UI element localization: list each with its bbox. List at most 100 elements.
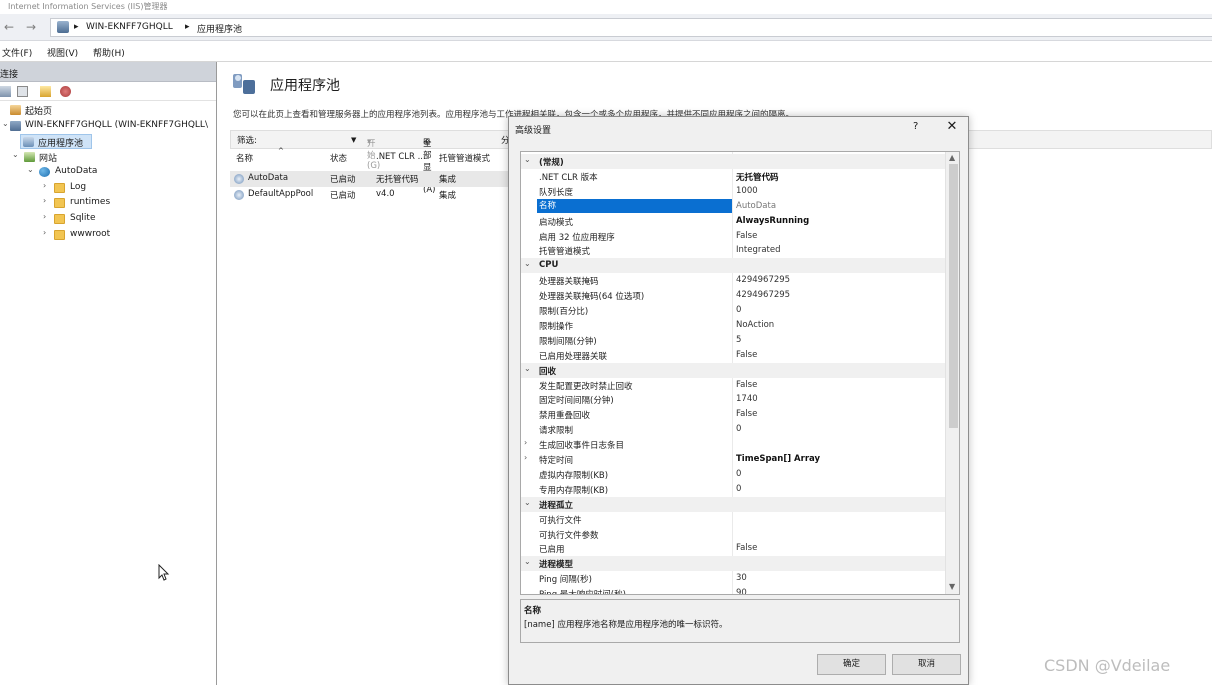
property-value[interactable]: False — [736, 380, 757, 390]
scroll-thumb[interactable] — [949, 164, 958, 428]
property-value[interactable]: Integrated — [736, 245, 781, 255]
window-title-bar: Internet Information Services (IIS)管理器 — [0, 0, 1212, 14]
forward-icon[interactable]: → — [24, 20, 38, 34]
expanded-chevron-icon[interactable]: ⌄ — [27, 165, 34, 174]
table-row[interactable]: DefaultAppPool 已启动 v4.0 集成 — [230, 187, 520, 203]
collapsed-chevron-icon[interactable]: › — [43, 196, 46, 205]
collapse-chevron-icon[interactable]: ⌄ — [524, 259, 531, 268]
property-row[interactable]: 限制操作 NoAction — [521, 318, 945, 333]
property-row[interactable]: 启动模式 AlwaysRunning — [521, 214, 945, 229]
menu-file[interactable]: 文件(F) — [2, 46, 32, 59]
property-value[interactable]: 4294967295 — [736, 290, 790, 300]
property-value[interactable]: 30 — [736, 573, 747, 583]
property-value[interactable]: False — [736, 231, 757, 241]
property-value[interactable]: False — [736, 543, 757, 553]
property-row[interactable]: 请求限制 0 — [521, 422, 945, 437]
property-row[interactable]: Ping 最大响应时间(秒) 90 — [521, 586, 945, 594]
property-row[interactable]: 限制间隔(分钟) 5 — [521, 333, 945, 348]
property-value[interactable]: 0 — [736, 424, 741, 434]
property-row[interactable]: 专用内存限制(KB) 0 — [521, 482, 945, 497]
property-value[interactable]: 0 — [736, 484, 741, 494]
property-value[interactable]: NoAction — [736, 320, 774, 330]
connect-icon[interactable] — [0, 86, 11, 97]
property-row[interactable]: .NET CLR 版本 无托管代码 — [521, 169, 945, 184]
property-category[interactable]: ⌄ 回收 — [521, 362, 945, 378]
property-row[interactable]: 处理器关联掩码(64 位选项) 4294967295 — [521, 288, 945, 303]
column-header-clr[interactable]: .NET CLR ... — [376, 152, 426, 162]
property-value[interactable]: 0 — [736, 469, 741, 479]
close-icon[interactable]: ✕ — [945, 119, 959, 134]
collapse-chevron-icon[interactable]: ⌄ — [524, 155, 531, 164]
property-value[interactable]: 5 — [736, 335, 741, 345]
property-value[interactable]: 4294967295 — [736, 275, 790, 285]
property-name: 专用内存限制(KB) — [539, 485, 609, 496]
property-row[interactable]: 固定时间间隔(分钟) 1740 — [521, 392, 945, 407]
property-category[interactable]: ⌄ (常规) — [521, 154, 945, 169]
collapsed-chevron-icon[interactable]: › — [43, 228, 46, 237]
collapse-chevron-icon[interactable]: ⌄ — [524, 364, 531, 373]
property-name: 回收 — [539, 366, 557, 377]
disconnect-icon[interactable] — [60, 86, 71, 97]
column-header-pipeline[interactable]: 托管管道模式 — [439, 152, 490, 164]
expand-chevron-icon[interactable]: › — [524, 438, 527, 447]
property-value[interactable]: 无托管代码 — [736, 171, 779, 183]
expand-chevron-icon[interactable]: › — [524, 453, 527, 462]
menu-help[interactable]: 帮助(H) — [93, 46, 125, 59]
property-value[interactable]: False — [736, 409, 757, 419]
scroll-up-icon[interactable]: ▲ — [949, 153, 955, 162]
property-value[interactable]: 0 — [736, 305, 741, 315]
property-row[interactable]: 名称 AutoData — [521, 198, 945, 214]
back-icon[interactable]: ← — [2, 20, 16, 34]
property-value[interactable]: False — [736, 350, 757, 360]
breadcrumb-pools[interactable]: 应用程序池 — [197, 22, 242, 35]
column-header-name[interactable]: 名称 — [236, 152, 253, 164]
tree-app-pools[interactable]: 应用程序池 — [20, 134, 92, 149]
expanded-chevron-icon[interactable]: ⌄ — [2, 119, 9, 128]
property-row[interactable]: 虚拟内存限制(KB) 0 — [521, 467, 945, 482]
property-value[interactable]: 1740 — [736, 394, 758, 404]
scroll-down-icon[interactable]: ▼ — [949, 582, 955, 591]
property-row[interactable]: 限制(百分比) 0 — [521, 303, 945, 318]
save-icon[interactable] — [17, 86, 28, 97]
property-row[interactable]: Ping 间隔(秒) 30 — [521, 571, 945, 586]
connections-header: 连接 — [0, 62, 216, 82]
property-value[interactable]: TimeSpan[] Array — [736, 454, 820, 464]
collapsed-chevron-icon[interactable]: › — [43, 181, 46, 190]
up-icon[interactable] — [40, 86, 51, 97]
property-row[interactable]: 可执行文件参数 — [521, 527, 945, 542]
menu-view[interactable]: 视图(V) — [47, 46, 78, 59]
property-row[interactable]: 可执行文件 — [521, 512, 945, 527]
property-row[interactable]: 处理器关联掩码 4294967295 — [521, 273, 945, 288]
property-row[interactable]: 已启用 False — [521, 541, 945, 556]
breadcrumb-server[interactable]: WIN-EKNFF7GHQLL — [86, 22, 173, 32]
property-row[interactable]: 已启用处理器关联 False — [521, 348, 945, 363]
property-row[interactable]: 队列长度 1000 — [521, 184, 945, 199]
property-value[interactable]: 1000 — [736, 186, 758, 196]
property-row[interactable]: › 特定时间 TimeSpan[] Array — [521, 452, 945, 467]
property-row[interactable]: 发生配置更改时禁止回收 False — [521, 378, 945, 393]
column-header-status[interactable]: 状态 — [330, 152, 347, 164]
property-value[interactable]: AlwaysRunning — [736, 216, 809, 226]
property-value[interactable]: 90 — [736, 588, 747, 594]
property-row[interactable]: 托管管道模式 Integrated — [521, 243, 945, 258]
filter-input[interactable] — [281, 132, 351, 147]
property-category[interactable]: ⌄ CPU — [521, 258, 945, 274]
collapsed-chevron-icon[interactable]: › — [43, 212, 46, 221]
folder-icon — [54, 198, 65, 208]
property-category[interactable]: ⌄ 进程模型 — [521, 556, 945, 572]
property-category[interactable]: ⌄ 进程孤立 — [521, 496, 945, 512]
expanded-chevron-icon[interactable]: ⌄ — [12, 150, 19, 159]
table-row[interactable]: AutoData 已启动 无托管代码 集成 — [230, 171, 520, 187]
ok-button[interactable]: 确定 — [817, 654, 886, 675]
collapse-chevron-icon[interactable]: ⌄ — [524, 498, 531, 507]
property-row[interactable]: 禁用重叠回收 False — [521, 407, 945, 422]
collapse-chevron-icon[interactable]: ⌄ — [524, 557, 531, 566]
property-value[interactable]: AutoData — [736, 201, 776, 211]
vertical-scrollbar[interactable]: ▲ ▼ — [945, 152, 959, 594]
dropdown-icon[interactable]: ▼ — [351, 136, 356, 144]
help-button[interactable]: ? — [913, 121, 918, 132]
address-field[interactable]: ▸ WIN-EKNFF7GHQLL ▸ 应用程序池 — [50, 18, 1212, 37]
property-row[interactable]: › 生成回收事件日志条目 — [521, 437, 945, 452]
property-row[interactable]: 启用 32 位应用程序 False — [521, 229, 945, 244]
cancel-button[interactable]: 取消 — [892, 654, 961, 675]
